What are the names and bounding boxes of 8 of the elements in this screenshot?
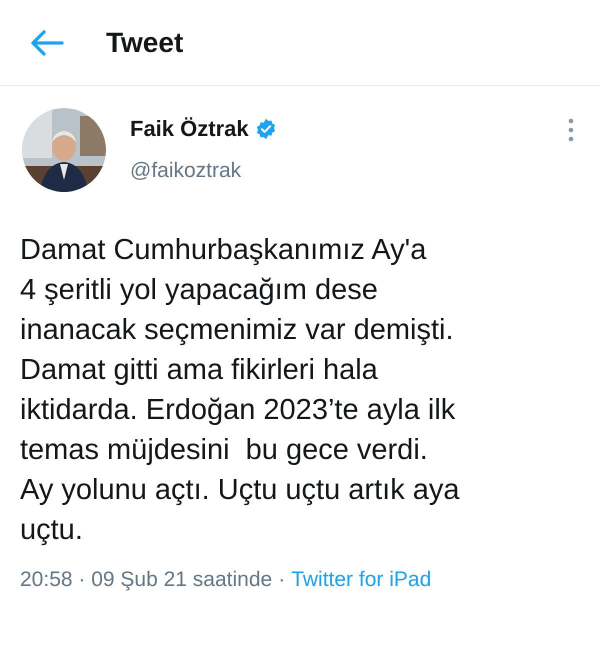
back-arrow-icon[interactable] xyxy=(30,28,64,56)
author-name[interactable]: Faik Öztrak xyxy=(130,112,249,145)
tweet-text: Damat Cumhurbaşkanımız Ay'a 4 şeritli yol yapacağım dese inanacak seçmenimiz var demişti. Damat gitti ama fikirleri hala iktidarda. Erdoğan 2023’te ayla ilk temas müjdesini bu gece verdi. Ay yolunu açtı. Uçtu uçtu artık aya uçtu. xyxy=(19,233,461,548)
page-title: Tweet xyxy=(106,26,184,60)
more-options-icon[interactable] xyxy=(568,118,574,142)
tweet-timestamp: 20:58 · 09 Şub 21 saatinde xyxy=(20,567,272,593)
separator-dot: · xyxy=(278,567,286,593)
author-handle: @faikoztrak xyxy=(130,158,242,184)
